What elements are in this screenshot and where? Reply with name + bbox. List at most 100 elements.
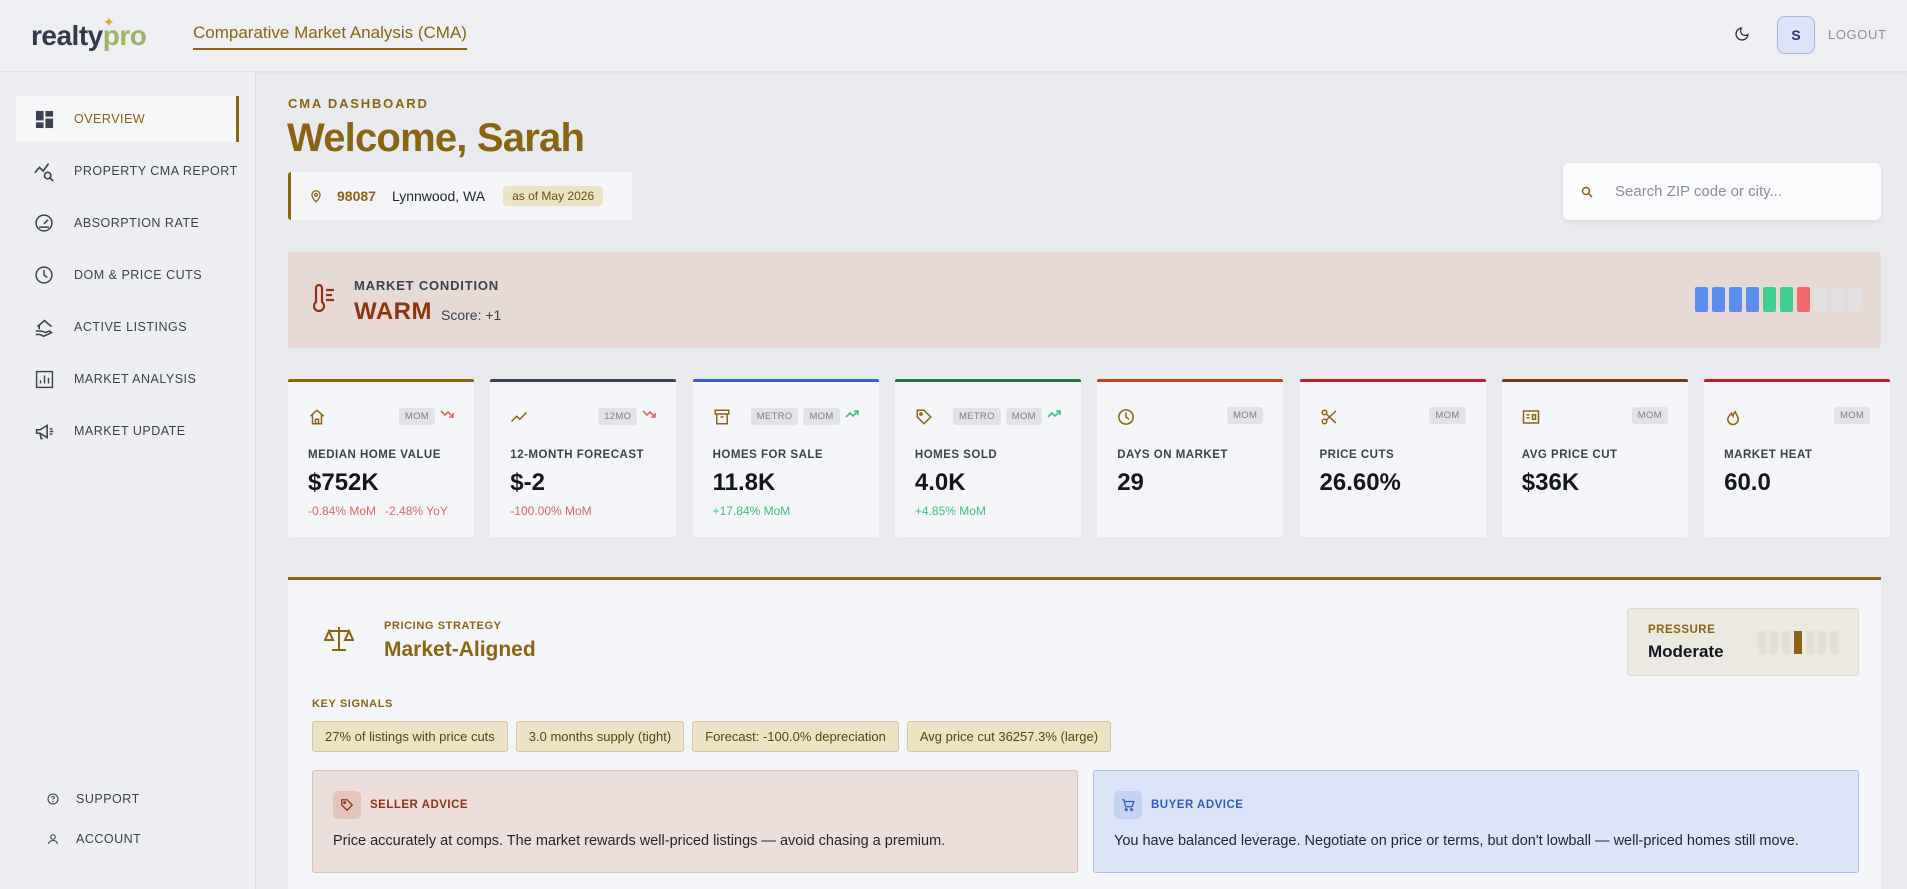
period-badge: MOM: [1833, 407, 1871, 424]
period-badge: 12MO: [598, 407, 638, 425]
trend-down-icon: [440, 407, 454, 425]
page-title-tab[interactable]: Comparative Market Analysis (CMA): [193, 23, 467, 50]
sidebar-item-absorption-rate[interactable]: ABSORPTION RATE: [16, 200, 239, 246]
sidebar-item-overview[interactable]: OVERVIEW: [16, 96, 239, 142]
cart-icon: [1114, 791, 1142, 819]
flame-icon: [1724, 408, 1742, 431]
logo-primary-text: realty: [31, 20, 103, 51]
dashboard-icon: [33, 108, 55, 130]
metric-label: 12-MONTH FORECAST: [510, 449, 645, 461]
pricing-strategy-value: Market-Aligned: [384, 638, 536, 661]
meter-segment: [1695, 287, 1708, 312]
meter-segment: [1780, 287, 1793, 312]
dashboard-kicker: CMA DASHBOARD: [288, 96, 429, 111]
sidebar: OVERVIEW PROPERTY CMA REPORT ABSORPTION …: [0, 72, 256, 889]
sparkle-icon: ✦: [103, 14, 115, 30]
metric-card[interactable]: MOM PRICE CUTS 26.60%: [1299, 379, 1486, 537]
metric-tags: MOM: [1227, 407, 1264, 424]
pressure-segment: [1782, 631, 1790, 654]
metric-tags: MOM: [398, 407, 454, 425]
metric-label: HOMES FOR SALE: [712, 449, 824, 461]
help-icon: [46, 792, 60, 806]
key-signals-label: KEY SIGNALS: [312, 698, 393, 710]
change-value: -100.00% MoM: [510, 504, 592, 518]
metric-card[interactable]: MOM MEDIAN HOME VALUE $752K -0.84% MoM -2.48…: [288, 379, 474, 537]
pricing-strategy-panel: PRICING STRATEGY Market-Aligned PRESSURE…: [288, 577, 1881, 889]
metric-card[interactable]: MOM MARKET HEAT 60.0: [1704, 379, 1891, 537]
change-value: -0.84% MoM: [308, 504, 377, 518]
metric-card[interactable]: 12MO 12-MONTH FORECAST $-2 -100.00% MoM: [490, 379, 677, 537]
period-badge: MOM: [1429, 407, 1466, 424]
metric-card[interactable]: MOM DAYS ON MARKET 29: [1097, 379, 1284, 537]
sidebar-item-account[interactable]: ACCOUNT: [46, 832, 141, 846]
buyer-advice-card: BUYER ADVICE You have balanced leverage.…: [1093, 770, 1859, 873]
metric-value: 29: [1117, 469, 1144, 496]
market-condition-meter: [1695, 287, 1861, 312]
meter-segment: [1831, 287, 1844, 312]
sidebar-item-label: SUPPORT: [76, 792, 140, 806]
map-pin-icon: [309, 188, 323, 204]
metric-value: 26.60%: [1319, 469, 1401, 496]
scissors-icon: [1320, 408, 1338, 431]
sidebar-item-market-update[interactable]: MARKET UPDATE: [16, 408, 239, 454]
scale-icon: [323, 625, 355, 658]
archive-icon: [713, 408, 731, 431]
location-chip: 98087 Lynnwood, WA as of May 2026: [288, 172, 632, 220]
sidebar-item-label: ACCOUNT: [76, 832, 142, 846]
sidebar-item-label: MARKET ANALYSIS: [74, 372, 197, 386]
trend-up-icon: [1047, 407, 1061, 425]
search-box[interactable]: [1563, 163, 1881, 220]
metric-label: MARKET HEAT: [1724, 449, 1813, 461]
pressure-box: PRESSURE Moderate: [1627, 608, 1859, 676]
sidebar-item-property-cma-report[interactable]: PROPERTY CMA REPORT: [16, 148, 239, 194]
metric-card[interactable]: METRO MOM HOMES FOR SALE 11.8K +17.84% MoM: [692, 379, 879, 537]
meter-segment: [1729, 287, 1742, 312]
metric-value: 4.0K: [914, 469, 966, 496]
sidebar-item-label: ACTIVE LISTINGS: [74, 320, 188, 334]
gauge-icon: [33, 212, 55, 234]
change-value: -2.48% YoY: [385, 504, 448, 518]
metric-card[interactable]: METRO MOM HOMES SOLD 4.0K +4.85% MoM: [894, 379, 1081, 537]
realtypro-logo[interactable]: realty pro ✦: [31, 14, 147, 54]
period-badge: MOM: [1005, 407, 1042, 425]
meter-segment: [1848, 287, 1861, 312]
house-hand-icon: [33, 316, 55, 338]
metric-value: $-2: [510, 469, 545, 496]
metric-change: -0.84% MoM -2.48% YoY: [308, 504, 448, 518]
sidebar-item-label: OVERVIEW: [74, 112, 146, 126]
tag-icon: [333, 791, 361, 819]
metric-tags: METRO MOM: [952, 407, 1061, 425]
bar-chart-icon: [33, 368, 55, 390]
seller-advice-card: SELLER ADVICE Price accurately at comps.…: [312, 770, 1078, 873]
home-icon: [308, 408, 326, 431]
period-badge: MOM: [1227, 407, 1264, 424]
sidebar-item-support[interactable]: SUPPORT: [46, 792, 140, 806]
market-score: Score: +1: [441, 307, 502, 323]
moon-icon[interactable]: [1730, 22, 1754, 46]
city-name: Lynnwood, WA: [391, 188, 486, 204]
avatar[interactable]: S: [1777, 16, 1815, 54]
megaphone-icon: [33, 420, 55, 442]
sidebar-item-dom-price-cuts[interactable]: DOM & PRICE CUTS: [16, 252, 239, 298]
as-of-badge: as of May 2026: [503, 186, 604, 206]
metric-tags: METRO MOM: [750, 407, 859, 425]
pressure-segment: [1770, 631, 1778, 654]
sidebar-item-label: MARKET UPDATE: [74, 424, 186, 438]
welcome-heading: Welcome, Sarah: [287, 116, 585, 160]
market-condition-label: MARKET CONDITION: [354, 278, 499, 293]
seller-advice-text: Price accurately at comps. The market re…: [333, 833, 946, 849]
sidebar-item-active-listings[interactable]: ACTIVE LISTINGS: [16, 304, 239, 350]
pressure-segment: [1830, 631, 1838, 654]
search-input[interactable]: [1615, 183, 1855, 200]
seller-advice-title: SELLER ADVICE: [370, 799, 469, 811]
signal-chip: 3.0 months supply (tight): [515, 721, 685, 752]
sidebar-item-market-analysis[interactable]: MARKET ANALYSIS: [16, 356, 239, 402]
metric-value: 11.8K: [712, 469, 776, 496]
change-value: +17.84% MoM: [712, 504, 791, 518]
metric-card[interactable]: MOM AVG PRICE CUT $36K: [1501, 379, 1688, 537]
pressure-segment: [1758, 631, 1766, 654]
logout-button[interactable]: LOGOUT: [1828, 27, 1887, 42]
metric-tags: MOM: [1429, 407, 1466, 424]
search-icon: [1581, 186, 1593, 198]
pressure-segment: [1794, 631, 1802, 654]
